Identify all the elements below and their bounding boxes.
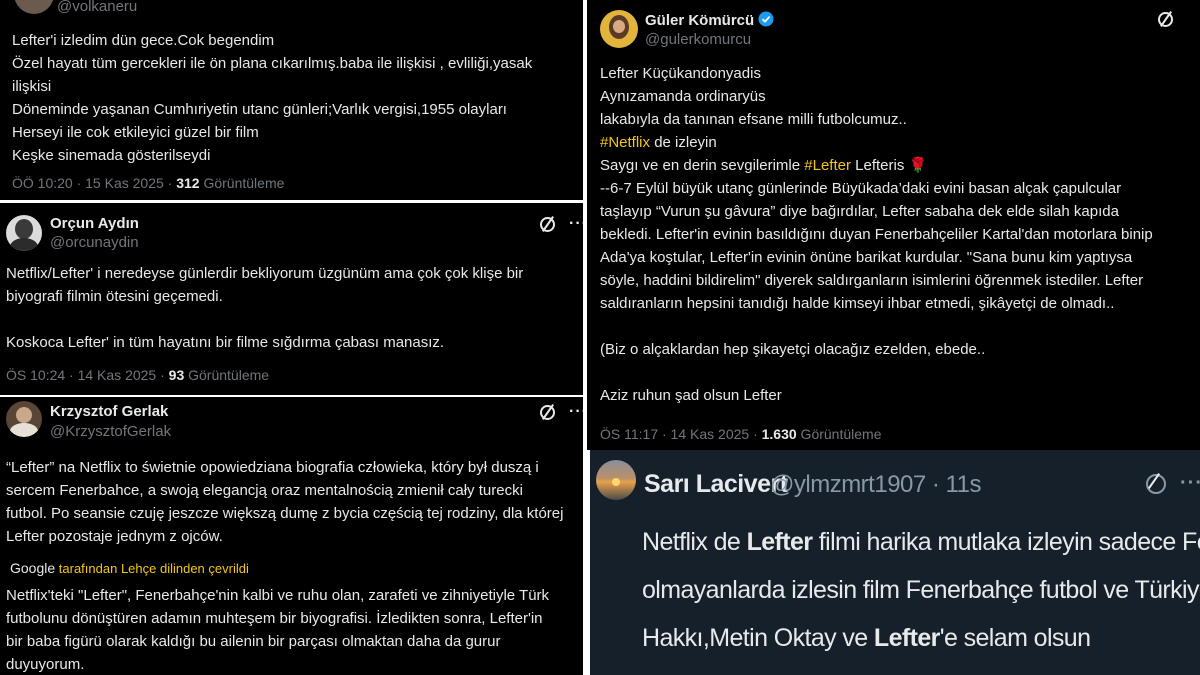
mention-lefter: Lefter (746, 528, 813, 556)
view-count: 312 (176, 175, 200, 191)
user-name[interactable]: Güler Kömürcü (645, 11, 774, 29)
tweet-volkaneru: @volkaneru Lefter'i izledim dün gece.Cok… (0, 0, 583, 200)
more-options-icon[interactable]: ··· (1180, 472, 1200, 495)
view-count: 93 (168, 367, 185, 383)
tweet-meta: ÖS 10:24 · 14 Kas 2025 · 93 Görüntüleme (6, 367, 270, 383)
avatar[interactable] (596, 460, 636, 500)
user-name[interactable]: Sarı Lacivert (644, 470, 788, 499)
google-translate-attribution[interactable]: Google tarafından Lehçe dilinden çevrild… (10, 560, 249, 576)
user-name[interactable]: Krzysztof Gerlak (50, 403, 168, 420)
google-logo: Google (10, 560, 56, 576)
tweet-text: Lefter'i izledim dün gece.Cok begendim Ö… (12, 32, 533, 164)
tweet-meta: ÖÖ 10:20 · 15 Kas 2025 · 312 Görüntüleme (12, 175, 285, 191)
tweet-krzysztofgerlak: Krzysztof Gerlak @KrzysztofGerlak ··· “L… (0, 397, 583, 675)
avatar[interactable] (14, 0, 54, 14)
tweet-actions: ··· (540, 215, 583, 233)
translated-text: Netflix'teki "Lefter", Fenerbahçe'nin ka… (6, 587, 550, 673)
timestamp[interactable]: ÖS 11:17 · 14 Kas 2025 · (600, 426, 762, 442)
grok-icon[interactable] (1158, 12, 1173, 27)
user-handle[interactable]: @KrzysztofGerlak (50, 423, 171, 440)
tweet-meta: ÖS 11:17 · 14 Kas 2025 · 1.630 Görüntüle… (600, 426, 882, 442)
avatar[interactable] (6, 215, 42, 251)
tweet-actions (1158, 12, 1173, 27)
avatar[interactable] (6, 401, 42, 437)
grok-icon[interactable] (540, 404, 555, 420)
tweet-text: Lefter Küçükandonyadis Aynızamanda ordin… (600, 65, 1153, 404)
tweet-text: “Lefter” na Netflix to świetnie opowiedz… (6, 459, 564, 545)
tweet-text: Netflix/Lefter' i neredeyse günlerdir be… (6, 265, 524, 351)
tweet-sarilacivert: Sarı Lacivert @ylmzmrt1907 · 11s ··· Net… (590, 450, 1200, 675)
hashtag-lefter[interactable]: #Lefter (804, 157, 851, 174)
tweet-text: Netflix de Lefter filmi harika mutlaka i… (642, 528, 1200, 652)
user-handle[interactable]: @ylmzmrt1907 · 11s (770, 471, 981, 499)
user-handle[interactable]: @gulerkomurcu (645, 31, 751, 48)
avatar[interactable] (600, 10, 638, 48)
tweet-orcunaydin: Orçun Aydın @orcunaydin ··· Netflix/Left… (0, 203, 583, 395)
translated-from-label: tarafından Lehçe dilinden çevrildi (58, 561, 249, 576)
tweet-actions: ··· (1146, 472, 1200, 495)
user-name[interactable]: Orçun Aydın (50, 215, 139, 232)
grok-icon[interactable] (1146, 473, 1166, 494)
view-count: 1.630 (761, 426, 797, 442)
verified-badge-icon (758, 11, 774, 27)
grok-icon[interactable] (540, 216, 555, 232)
user-handle[interactable]: @orcunaydin (50, 234, 139, 251)
tweet-gulerkomurcu: Güler Kömürcü @gulerkomurcu Lefter Küçük… (587, 0, 1200, 450)
user-handle[interactable]: @volkaneru (57, 0, 137, 15)
mention-lefter: Lefter (873, 624, 940, 652)
more-options-icon[interactable]: ··· (569, 215, 583, 233)
timestamp[interactable]: ÖS 10:24 · 14 Kas 2025 · (6, 367, 169, 383)
more-options-icon[interactable]: ··· (569, 403, 583, 421)
tweet-actions: ··· (540, 403, 583, 421)
hashtag-netflix[interactable]: #Netflix (600, 134, 650, 151)
timestamp[interactable]: ÖÖ 10:20 · 15 Kas 2025 · (12, 175, 176, 191)
